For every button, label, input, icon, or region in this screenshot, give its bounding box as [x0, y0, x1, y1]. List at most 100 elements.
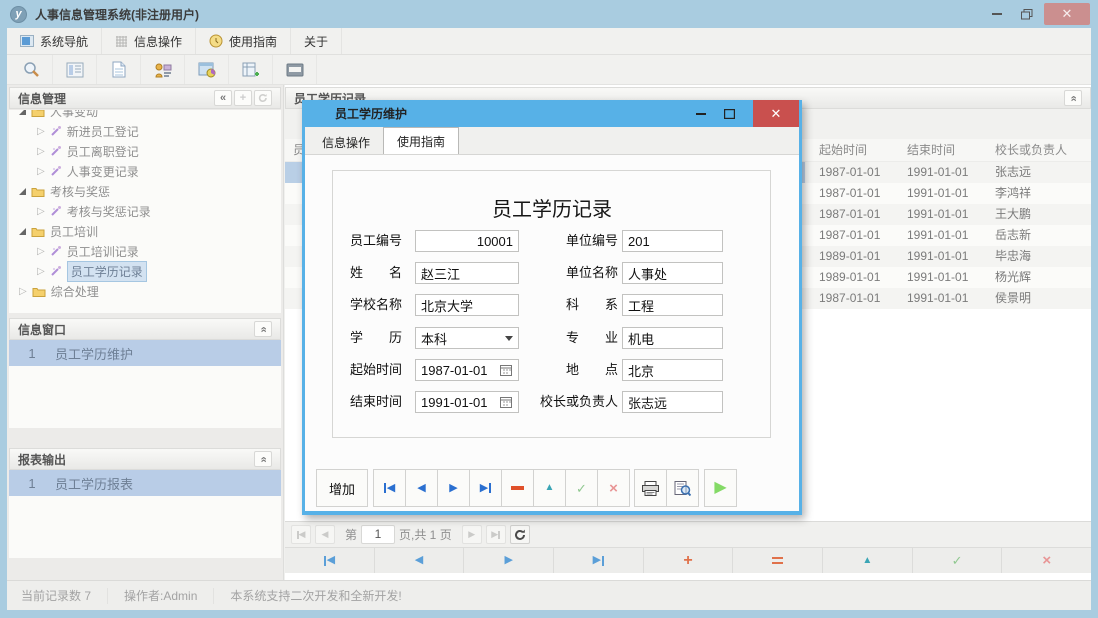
field-value: 201: [628, 234, 650, 249]
page-refresh-button[interactable]: [510, 525, 530, 544]
nav-post-button[interactable]: ✓: [913, 548, 1003, 573]
page-last-button[interactable]: ▶: [486, 525, 506, 544]
rec-cancel-button[interactable]: ×: [597, 469, 630, 507]
rec-delete-button[interactable]: [501, 469, 534, 507]
rec-prior-button[interactable]: ◀: [405, 469, 438, 507]
tree-item-assessment-record[interactable]: ▷ 考核与奖惩记录: [19, 201, 281, 221]
form-list-button[interactable]: [53, 55, 97, 84]
tree-folder-personnel-change[interactable]: 人事变动: [19, 110, 281, 121]
collapsed-icon[interactable]: ▷: [37, 206, 45, 217]
refresh-button[interactable]: [254, 90, 272, 106]
employee-chart-button[interactable]: [141, 55, 185, 84]
tree-item-new-employee[interactable]: ▷ 新进员工登记: [19, 121, 281, 141]
unit-name-field[interactable]: 人事处: [622, 262, 723, 284]
nav-prior-button[interactable]: ◀: [375, 548, 465, 573]
menu-label: 系统导航: [40, 33, 88, 50]
name-field[interactable]: 赵三江: [415, 262, 519, 284]
field-value: 本科: [421, 329, 447, 348]
tree-folder-comprehensive[interactable]: ▷ 综合处理: [19, 281, 281, 301]
rec-first-button[interactable]: ◀: [373, 469, 406, 507]
page-first-button[interactable]: ◀: [291, 525, 311, 544]
dropdown-arrow-icon[interactable]: [505, 336, 513, 341]
collapse-panel-button[interactable]: «: [254, 451, 272, 467]
execute-button[interactable]: ▶: [704, 469, 737, 507]
calendar-icon[interactable]: [500, 364, 513, 376]
print-button[interactable]: [634, 469, 667, 507]
tab-user-guide[interactable]: 使用指南: [383, 127, 459, 154]
collapsed-icon[interactable]: ▷: [37, 166, 45, 177]
collapsed-icon[interactable]: ▷: [37, 126, 45, 137]
nav-first-button[interactable]: ◀: [285, 548, 375, 573]
list-item-education-report[interactable]: 1 员工学历报表: [9, 470, 281, 496]
list-item-education-maintenance[interactable]: 1 员工学历维护: [9, 340, 281, 366]
tree-item-employee-leave[interactable]: ▷ 员工离职登记: [19, 141, 281, 161]
cell-principal: 毕忠海: [995, 246, 1031, 267]
dialog-maximize-button[interactable]: [717, 100, 741, 127]
page-next-button[interactable]: ▶: [462, 525, 482, 544]
restore-button[interactable]: [1014, 3, 1040, 25]
principal-field[interactable]: 张志远: [622, 391, 723, 413]
maximize-icon: [724, 109, 735, 119]
print-preview-button[interactable]: [666, 469, 699, 507]
collapsed-icon[interactable]: ▷: [37, 246, 45, 257]
expanded-icon[interactable]: [19, 110, 26, 115]
add-button[interactable]: +: [234, 90, 252, 106]
report-window-button[interactable]: [185, 55, 229, 84]
major-field[interactable]: 机电: [622, 327, 723, 349]
degree-combobox[interactable]: 本科: [415, 327, 519, 349]
add-record-button[interactable]: 增加: [316, 469, 368, 507]
nav-next-button[interactable]: ▶: [464, 548, 554, 573]
collapse-panel-button[interactable]: «: [254, 321, 272, 337]
menu-about[interactable]: 关于: [291, 28, 342, 54]
document-button[interactable]: [97, 55, 141, 84]
collapsed-icon[interactable]: ▷: [37, 266, 45, 277]
tree-item-training-record[interactable]: ▷ 员工培训记录: [19, 241, 281, 261]
expanded-icon[interactable]: [19, 188, 26, 195]
close-button[interactable]: ✕: [1044, 3, 1090, 25]
menu-system-nav[interactable]: 系统导航: [7, 28, 102, 54]
calendar-icon[interactable]: [500, 396, 513, 408]
rec-last-button[interactable]: ▶: [469, 469, 502, 507]
end-date-field[interactable]: 1991-01-01: [415, 391, 519, 413]
minimize-button[interactable]: [984, 3, 1010, 25]
table-add-button[interactable]: [229, 55, 273, 84]
column-header-start-date[interactable]: 起始时间: [819, 139, 867, 162]
nav-edit-button[interactable]: ▲: [823, 548, 913, 573]
menu-info-operation[interactable]: 信息操作: [102, 28, 196, 54]
school-name-field[interactable]: 北京大学: [415, 294, 519, 316]
tree-item-education-record[interactable]: ▷ 员工学历记录: [19, 261, 281, 281]
nav-delete-button[interactable]: [733, 548, 823, 573]
page-number-input[interactable]: 1: [361, 525, 395, 544]
menu-user-guide[interactable]: 使用指南: [196, 28, 291, 54]
collapse-main-panel-button[interactable]: «: [1064, 90, 1082, 106]
tree-folder-training[interactable]: 员工培训: [19, 221, 281, 241]
page-prev-button[interactable]: ◀: [315, 525, 335, 544]
collapsed-icon[interactable]: ▷: [37, 146, 45, 157]
start-date-field[interactable]: 1987-01-01: [415, 359, 519, 381]
unit-id-label: 单位编号: [525, 230, 618, 252]
rec-edit-button[interactable]: ▲: [533, 469, 566, 507]
unit-id-field[interactable]: 201: [622, 230, 723, 252]
cell-principal: 侯景明: [995, 288, 1031, 309]
tab-info-operation[interactable]: 信息操作: [309, 130, 383, 154]
column-header-end-date[interactable]: 结束时间: [907, 139, 955, 162]
employee-id-field[interactable]: 10001: [415, 230, 519, 252]
expanded-icon[interactable]: [19, 228, 26, 235]
place-field[interactable]: 北京: [622, 359, 723, 381]
nav-insert-button[interactable]: +: [644, 548, 734, 573]
rec-post-button[interactable]: ✓: [565, 469, 598, 507]
column-header-principal[interactable]: 校长或负责人: [995, 139, 1067, 162]
search-doc-button[interactable]: [9, 55, 53, 84]
dialog-close-button[interactable]: ✕: [753, 100, 799, 127]
collapsed-icon[interactable]: ▷: [19, 286, 27, 297]
dialog-minimize-button[interactable]: [689, 100, 713, 127]
nav-cancel-button[interactable]: ×: [1002, 548, 1091, 573]
first-record-icon: [324, 556, 326, 566]
tree-item-personnel-record[interactable]: ▷ 人事变更记录: [19, 161, 281, 181]
nav-last-button[interactable]: ▶: [554, 548, 644, 573]
department-field[interactable]: 工程: [622, 294, 723, 316]
tree-folder-assessment[interactable]: 考核与奖惩: [19, 181, 281, 201]
rec-next-button[interactable]: ▶: [437, 469, 470, 507]
card-index-button[interactable]: [273, 55, 317, 84]
collapse-sidebar-button[interactable]: «: [214, 90, 232, 106]
